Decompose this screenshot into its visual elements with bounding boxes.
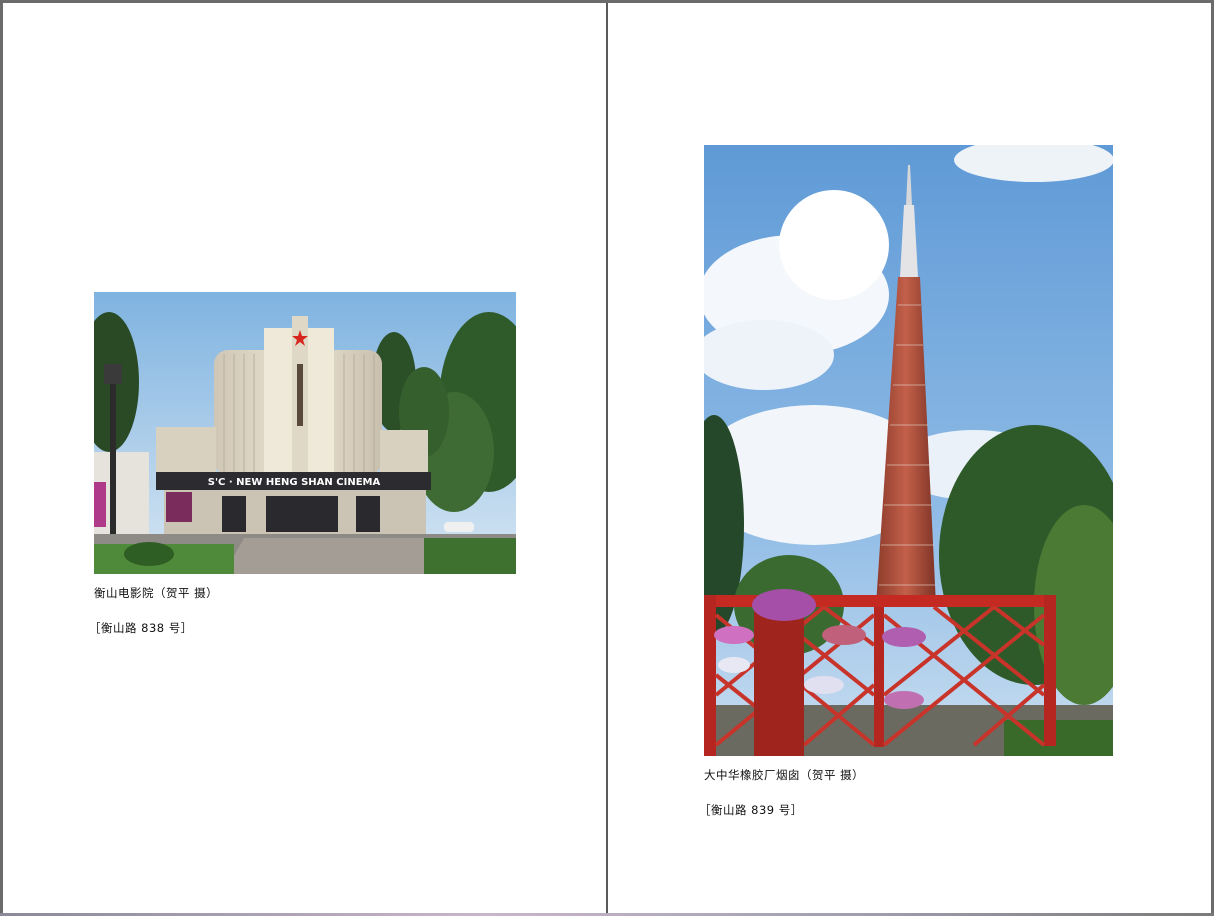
cinema-photo: S'C · NEW HENG SHAN CINEMA <box>94 292 516 574</box>
cinema-sign-text: S'C · NEW HENG SHAN CINEMA <box>208 477 381 488</box>
chimney-caption: 大中华橡胶厂烟囱（贺平 摄） <box>704 768 865 782</box>
left-page: S'C · NEW HENG SHAN CINEMA 衡山电影院（贺平 摄） ［… <box>3 3 606 913</box>
right-page: 大中华橡胶厂烟囱（贺平 摄） ［衡山路 839 号］ <box>608 3 1211 913</box>
chimney-address: ［衡山路 839 号］ <box>699 803 803 817</box>
cinema-address: ［衡山路 838 号］ <box>89 621 193 635</box>
book-spread: S'C · NEW HENG SHAN CINEMA 衡山电影院（贺平 摄） ［… <box>3 3 1211 913</box>
chimney-photo <box>704 145 1113 756</box>
cinema-caption: 衡山电影院（贺平 摄） <box>94 586 219 600</box>
